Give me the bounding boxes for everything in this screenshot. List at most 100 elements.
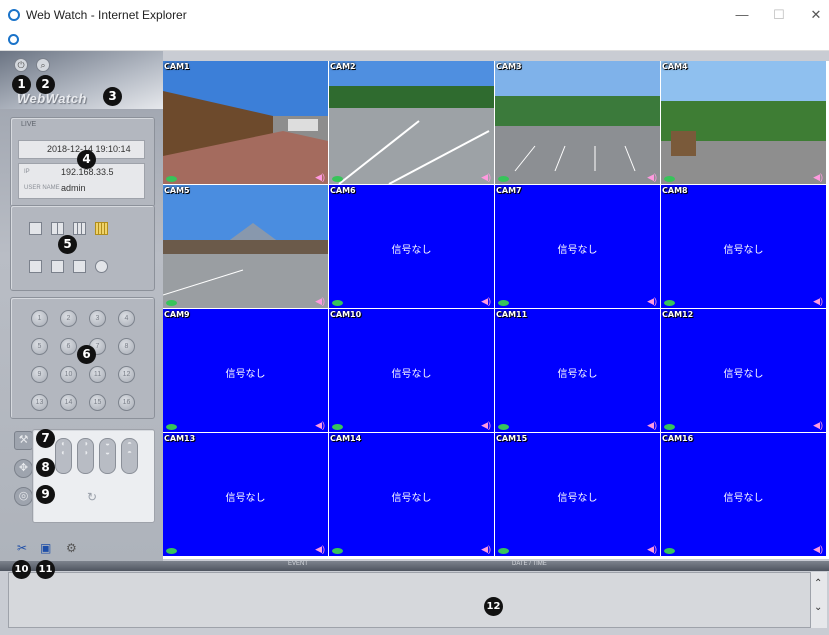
camera-grid: CAM1 ◀) CAM2 ◀) CAM3 ◀) CAM4 ◀) CAM5 ◀) CAM6 信号なし ◀)… xyxy=(163,61,829,559)
camera-tile-6[interactable]: CAM6 信号なし ◀) xyxy=(329,185,494,308)
playback-icon[interactable]: ▣ xyxy=(40,541,51,555)
ptz-move-icon[interactable]: ✥ xyxy=(14,459,33,478)
speaker-icon[interactable]: ◀) xyxy=(647,172,657,183)
camera-tile-2[interactable]: CAM2 ◀) xyxy=(329,61,494,184)
speaker-icon[interactable]: ◀) xyxy=(647,544,657,555)
record-status-icon xyxy=(498,548,509,554)
camera-label: CAM9 xyxy=(164,310,190,319)
tools-icon[interactable]: ⚙ xyxy=(66,541,77,555)
camera-tile-10[interactable]: CAM10 信号なし ◀) xyxy=(329,309,494,432)
webwatch-app: ⏻ ⌕ WebWatch LIVE 2018-12-14 19:10:14 IP… xyxy=(0,51,829,635)
scroll-up-icon[interactable]: ⌃ xyxy=(814,578,822,589)
channel-button-11[interactable]: 11 xyxy=(89,366,106,383)
layout-9-button[interactable] xyxy=(73,222,86,235)
speaker-icon[interactable]: ◀) xyxy=(315,296,325,307)
camera-tile-3[interactable]: CAM3 ◀) xyxy=(495,61,660,184)
speaker-icon[interactable]: ◀) xyxy=(481,420,491,431)
search-icon[interactable]: ⌕ xyxy=(36,58,50,72)
camera-tile-13[interactable]: CAM13 信号なし ◀) xyxy=(163,433,328,556)
iris-control[interactable]: ◒ ◒ xyxy=(99,438,116,474)
layout-10-button[interactable] xyxy=(73,260,86,273)
channel-button-13[interactable]: 13 xyxy=(31,394,48,411)
channel-button-9[interactable]: 9 xyxy=(31,366,48,383)
channel-button-14[interactable]: 14 xyxy=(60,394,77,411)
channel-button-5[interactable]: 5 xyxy=(31,338,48,355)
camera-tile-14[interactable]: CAM14 信号なし ◀) xyxy=(329,433,494,556)
maximize-button[interactable]: ☐ xyxy=(766,3,792,27)
speaker-icon[interactable]: ◀) xyxy=(813,172,823,183)
annotation-badge-7: 7 xyxy=(36,429,55,448)
scroll-down-icon[interactable]: ⌄ xyxy=(814,602,822,613)
speaker-icon[interactable]: ◀) xyxy=(813,544,823,555)
layout-6-button[interactable] xyxy=(29,260,42,273)
camera-tile-12[interactable]: CAM12 信号なし ◀) xyxy=(661,309,826,432)
camera-label: CAM3 xyxy=(496,62,522,71)
camera-tile-11[interactable]: CAM11 信号なし ◀) xyxy=(495,309,660,432)
camera-tile-16[interactable]: CAM16 信号なし ◀) xyxy=(661,433,826,556)
settings-icon[interactable]: ✂ xyxy=(17,541,27,555)
speaker-icon[interactable]: ◀) xyxy=(481,172,491,183)
info-header: LIVE xyxy=(21,121,37,128)
sequence-button[interactable] xyxy=(95,260,108,273)
layout-16-button[interactable] xyxy=(95,222,108,235)
camera-label: CAM12 xyxy=(662,310,694,319)
camera-label: CAM1 xyxy=(164,62,190,71)
no-signal-text: 信号なし xyxy=(391,369,432,380)
focus-control[interactable]: ◑ ◑ xyxy=(77,438,94,474)
no-signal-text: 信号なし xyxy=(557,369,598,380)
camera-label: CAM7 xyxy=(496,186,522,195)
channel-button-4[interactable]: 4 xyxy=(118,310,135,327)
layout-1-button[interactable] xyxy=(29,222,42,235)
camera-label: CAM4 xyxy=(662,62,688,71)
speaker-icon[interactable]: ◀) xyxy=(315,420,325,431)
channel-button-10[interactable]: 10 xyxy=(60,366,77,383)
camera-tile-4[interactable]: CAM4 ◀) xyxy=(661,61,826,184)
channel-button-15[interactable]: 15 xyxy=(89,394,106,411)
speaker-icon[interactable]: ◀) xyxy=(481,296,491,307)
minimize-button[interactable]: — xyxy=(729,3,755,27)
event-log-scrollbar[interactable]: ⌃ ⌄ xyxy=(811,572,827,628)
speaker-icon[interactable]: ◀) xyxy=(481,544,491,555)
annotation-badge-3: 3 xyxy=(103,87,122,106)
layout-8-button[interactable] xyxy=(51,260,64,273)
zoom-control[interactable]: ◐ ◐ xyxy=(55,438,72,474)
annotation-badge-11: 11 xyxy=(36,560,55,579)
ptz-preset-icon[interactable]: ◎ xyxy=(14,487,33,506)
record-status-icon xyxy=(332,424,343,430)
speed-control[interactable]: ◓ ◓ xyxy=(121,438,138,474)
record-status-icon xyxy=(664,424,675,430)
ie-page-icon xyxy=(8,34,19,45)
close-button[interactable]: ✕ xyxy=(803,3,829,27)
channel-button-3[interactable]: 3 xyxy=(89,310,106,327)
speaker-icon[interactable]: ◀) xyxy=(647,420,657,431)
record-status-icon xyxy=(498,300,509,306)
speaker-icon[interactable]: ◀) xyxy=(315,544,325,555)
camera-tile-15[interactable]: CAM15 信号なし ◀) xyxy=(495,433,660,556)
camera-tile-5[interactable]: CAM5 ◀) xyxy=(163,185,328,308)
channel-button-16[interactable]: 16 xyxy=(118,394,135,411)
event-log xyxy=(8,572,811,628)
speaker-icon[interactable]: ◀) xyxy=(813,296,823,307)
channel-button-6[interactable]: 6 xyxy=(60,338,77,355)
camera-tile-7[interactable]: CAM7 信号なし ◀) xyxy=(495,185,660,308)
event-column-header: EVENT xyxy=(288,561,309,567)
bottom-tools: ✂ ▣ ⚙ xyxy=(0,529,163,561)
speaker-icon[interactable]: ◀) xyxy=(813,420,823,431)
logout-icon[interactable]: ⏻ xyxy=(14,58,28,72)
layout-4-button[interactable] xyxy=(51,222,64,235)
channel-button-12[interactable]: 12 xyxy=(118,366,135,383)
speaker-icon[interactable]: ◀) xyxy=(315,172,325,183)
auto-pan-icon[interactable]: ↻ xyxy=(87,490,97,504)
record-status-icon xyxy=(332,300,343,306)
camera-tile-9[interactable]: CAM9 信号なし ◀) xyxy=(163,309,328,432)
speaker-icon[interactable]: ◀) xyxy=(647,296,657,307)
record-status-icon xyxy=(166,424,177,430)
ptz-tool-icon[interactable]: ⚒ xyxy=(14,431,33,450)
channel-button-2[interactable]: 2 xyxy=(60,310,77,327)
layout-panel xyxy=(10,205,155,291)
record-status-icon xyxy=(166,548,177,554)
camera-tile-8[interactable]: CAM8 信号なし ◀) xyxy=(661,185,826,308)
channel-button-8[interactable]: 8 xyxy=(118,338,135,355)
camera-tile-1[interactable]: CAM1 ◀) xyxy=(163,61,328,184)
channel-button-1[interactable]: 1 xyxy=(31,310,48,327)
